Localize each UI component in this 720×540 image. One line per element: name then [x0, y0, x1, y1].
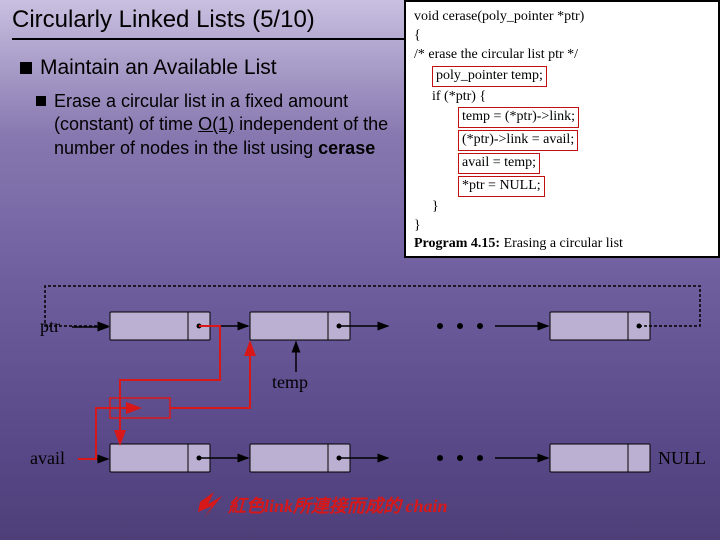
caption-bold: Program 4.15: [414, 236, 500, 251]
code-listing: void cerase(poly_pointer *ptr) { /* eras… [406, 2, 718, 242]
slide-title: Circularly Linked Lists (5/10) [12, 6, 315, 34]
code-line: } [414, 198, 710, 217]
code-line: { [414, 27, 710, 46]
bullet-item: Erase a circular list in a fixed amount … [36, 90, 390, 160]
bullet-underline: O(1) [198, 114, 234, 134]
section-heading: Maintain an Available List [20, 56, 390, 80]
code-line: /* erase the circular list ptr */ [414, 46, 710, 65]
heading-text: Maintain an Available List [40, 56, 277, 79]
code-line: void cerase(poly_pointer *ptr) [414, 8, 710, 27]
code-boxed: *ptr = NULL; [458, 176, 545, 197]
body-text-block: Maintain an Available List Erase a circu… [20, 56, 390, 160]
footnote: 紅色link所連接而成的 chain [228, 496, 448, 516]
null-label: NULL [658, 448, 706, 468]
code-line: } [414, 217, 710, 236]
avail-label: avail [30, 448, 65, 468]
code-boxed: avail = temp; [458, 153, 540, 174]
bullet-list: Erase a circular list in a fixed amount … [36, 90, 390, 160]
caption-text: Erasing a circular list [500, 236, 623, 251]
code-boxed: poly_pointer temp; [432, 66, 547, 87]
temp-label: temp [272, 372, 308, 392]
figure-caption: Program 4.15: Erasing a circular list [414, 236, 623, 252]
code-boxed: (*ptr)->link = avail; [458, 130, 578, 151]
code-boxed: temp = (*ptr)->link; [458, 107, 579, 128]
linked-list-diagram: ptr temp avail NULL 紅色link所連接而成的 chain [0, 260, 720, 540]
code-line: if (*ptr) { [414, 88, 710, 107]
bullet-bold: cerase [318, 138, 375, 158]
code-figure: void cerase(poly_pointer *ptr) { /* eras… [404, 0, 720, 258]
